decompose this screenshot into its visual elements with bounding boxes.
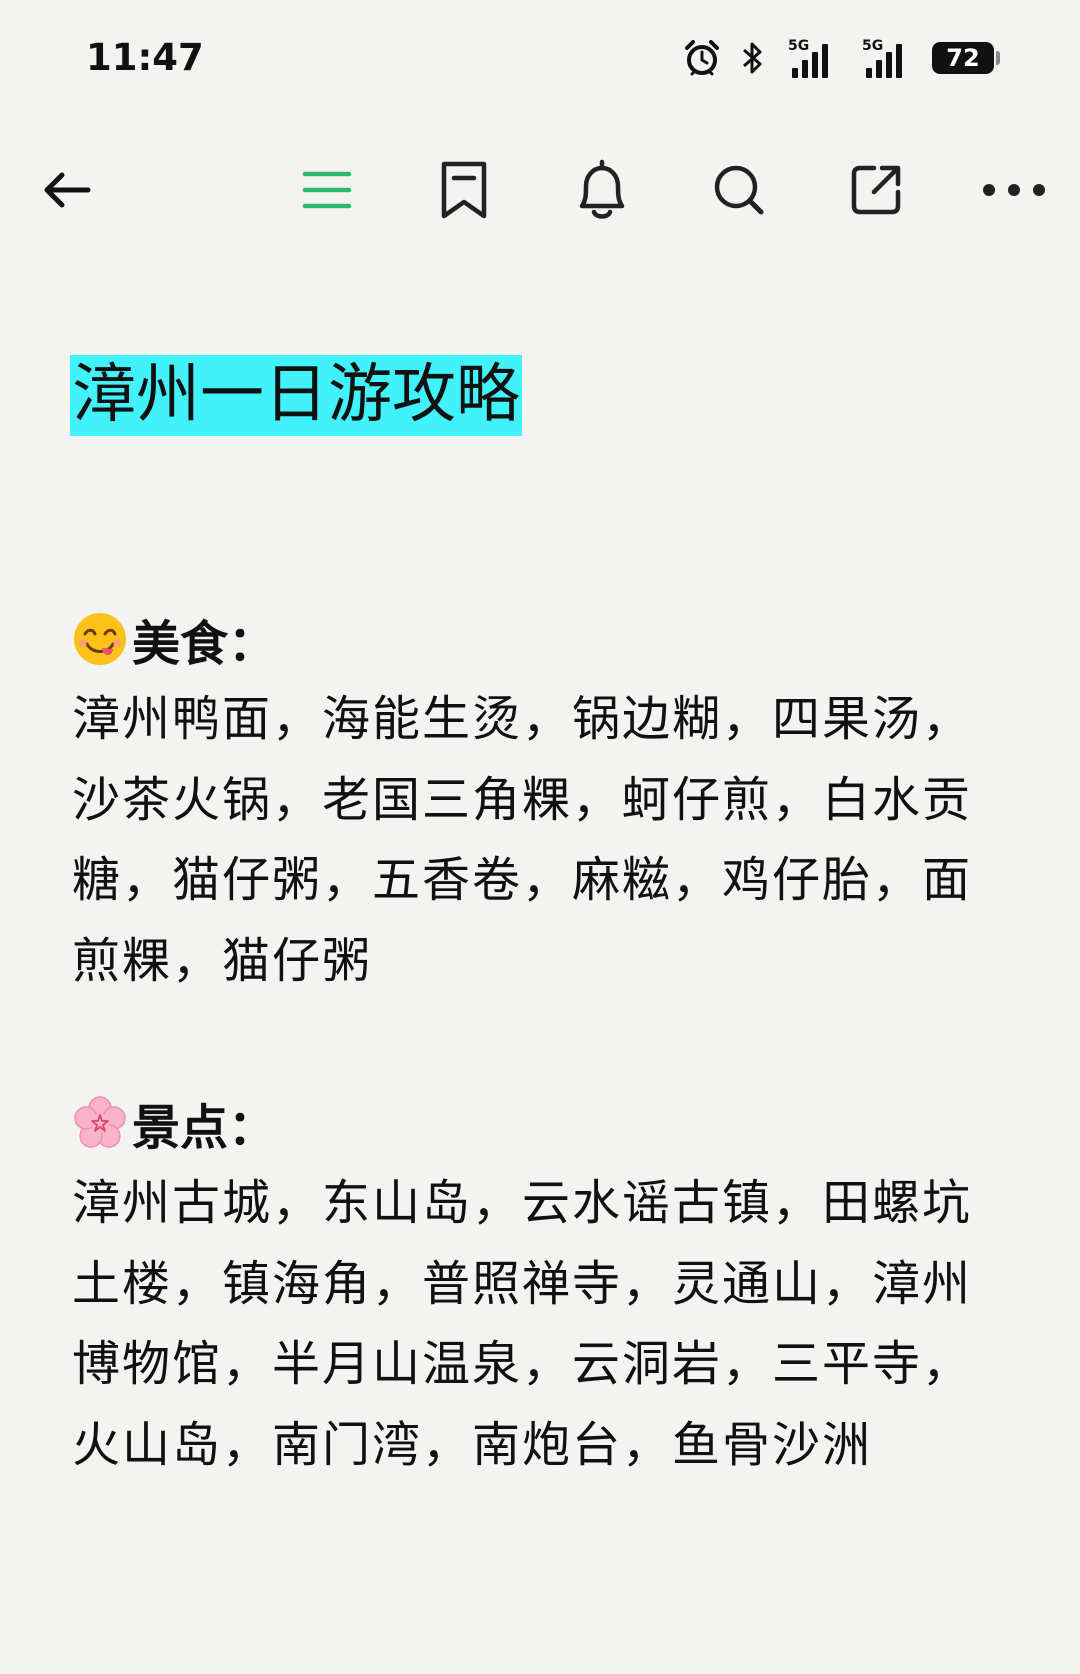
bluetooth-icon — [743, 42, 762, 74]
section-heading: 美食： — [72, 599, 1012, 679]
outline-menu-button[interactable] — [287, 150, 367, 230]
status-icons: 5G 5G 72 — [682, 38, 1000, 78]
more-icon — [983, 184, 1045, 196]
menu-icon — [302, 171, 352, 209]
section-heading: 景点： — [72, 1083, 1012, 1163]
share-button[interactable] — [836, 150, 916, 230]
bell-icon — [579, 159, 625, 219]
battery-icon: 72 — [932, 42, 1000, 74]
section-title: 美食： — [132, 616, 277, 672]
back-button[interactable] — [26, 150, 106, 230]
status-bar: 11:47 5G 5G 72 — [0, 0, 1080, 120]
search-icon — [714, 165, 764, 215]
section-body: 漳州古城，东山岛，云水谣古镇，田螺坑土楼，镇海角，普照禅寺，灵通山，漳州博物馆，… — [72, 1175, 973, 1473]
share-icon — [851, 165, 901, 215]
cherry-blossom-emoji — [74, 1096, 126, 1148]
more-button[interactable] — [974, 150, 1054, 230]
toolbar — [0, 140, 1080, 240]
section-title: 景点： — [132, 1100, 277, 1156]
reminder-button[interactable] — [562, 150, 642, 230]
bookmark-icon — [441, 161, 487, 219]
note-title[interactable]: 漳州一日游攻略 — [70, 355, 522, 436]
back-arrow-icon — [44, 172, 91, 208]
savoring-face-emoji — [74, 613, 126, 665]
signal-icon: 5G — [784, 38, 840, 78]
status-time: 11:47 — [86, 36, 204, 79]
section-body: 漳州鸭面，海能生烫，锅边糊，四果汤，沙茶火锅，老国三角粿，蚵仔煎，白水贡糖，猫仔… — [72, 691, 973, 989]
food-section[interactable]: 美食： 漳州鸭面，海能生烫，锅边糊，四果汤，沙茶火锅，老国三角粿，蚵仔煎，白水贡… — [72, 599, 1012, 1001]
signal-icon: 5G — [858, 38, 914, 78]
bookmark-button[interactable] — [424, 150, 504, 230]
alarm-icon — [685, 40, 719, 76]
search-button[interactable] — [699, 150, 779, 230]
spots-section[interactable]: 景点： 漳州古城，东山岛，云水谣古镇，田螺坑土楼，镇海角，普照禅寺，灵通山，漳州… — [72, 1083, 1012, 1485]
